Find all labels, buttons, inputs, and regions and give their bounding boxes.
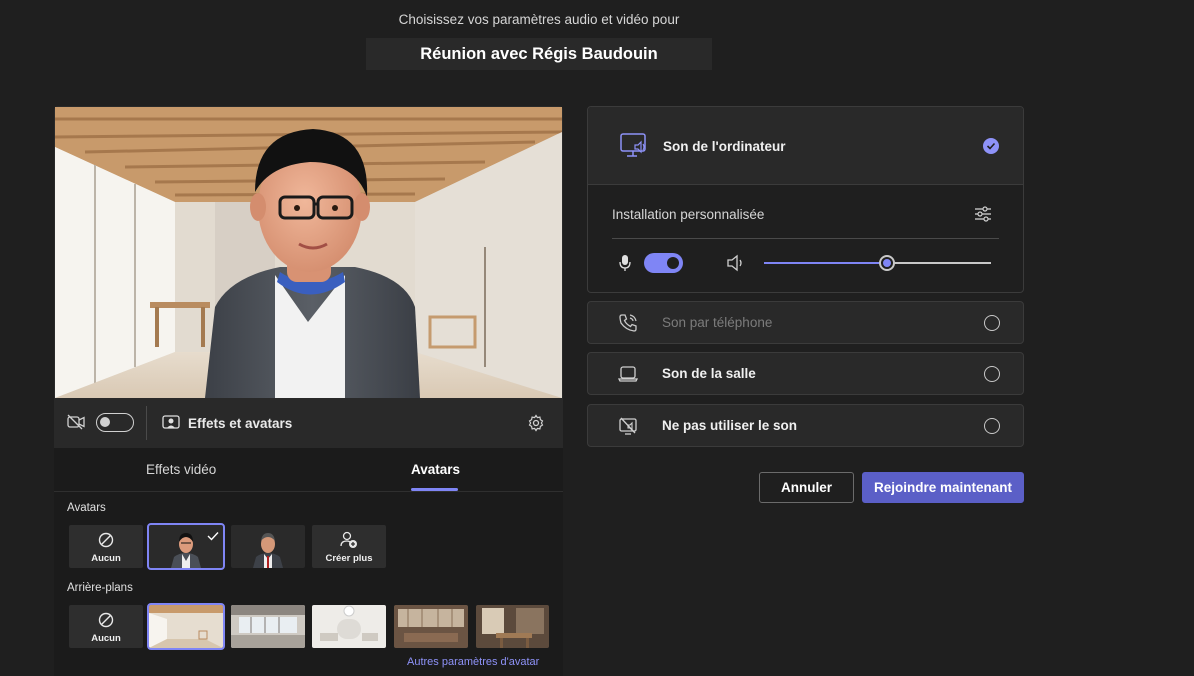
room-audio-option[interactable]: Son de la salle <box>587 352 1024 395</box>
computer-audio-label: Son de l'ordinateur <box>663 139 786 154</box>
no-audio-radio[interactable] <box>984 418 1000 434</box>
background-wood-lounge-tile[interactable] <box>394 605 468 648</box>
video-toolbar: Effets et avatars <box>54 398 563 448</box>
avatars-section-label: Avatars <box>67 502 106 514</box>
bg-dining-room-thumbnail <box>476 605 549 648</box>
active-tab-indicator <box>411 488 458 491</box>
video-panel: Effets et avatars Effets vidéo Avatars A… <box>54 106 563 676</box>
avatar-young-man-tile[interactable] <box>147 523 225 570</box>
volume-thumb[interactable] <box>878 255 895 271</box>
background-dining-room-tile[interactable] <box>476 605 549 648</box>
backgrounds-section-label: Arrière-plans <box>67 582 133 594</box>
bg-open-office-thumbnail <box>231 605 305 648</box>
more-avatar-settings-link[interactable]: Autres paramètres d'avatar <box>407 656 539 668</box>
background-loft-tile[interactable] <box>147 603 225 650</box>
microphone-toggle[interactable] <box>644 253 683 273</box>
background-none-label: Aucun <box>91 633 121 644</box>
background-white-lounge-tile[interactable] <box>312 605 386 648</box>
camera-off-icon <box>67 414 85 435</box>
avatar-preview-image <box>55 107 562 398</box>
phone-audio-label: Son par téléphone <box>662 315 773 330</box>
video-preview <box>55 107 562 398</box>
none-icon <box>98 612 114 633</box>
meeting-title: Réunion avec Régis Baudouin <box>366 38 712 70</box>
phone-audio-option[interactable]: Son par téléphone <box>587 301 1024 344</box>
speaker-volume-slider[interactable] <box>764 255 991 271</box>
checkmark-icon <box>207 528 219 546</box>
no-audio-label: Ne pas utiliser le son <box>662 418 798 433</box>
room-audio-radio[interactable] <box>984 366 1000 382</box>
bg-loft-thumbnail <box>149 605 223 648</box>
speaker-icon <box>726 254 746 277</box>
no-audio-option[interactable]: Ne pas utiliser le son <box>587 404 1024 447</box>
divider <box>612 238 999 239</box>
custom-setup-label: Installation personnalisée <box>612 207 765 222</box>
background-office-tile[interactable] <box>231 605 305 648</box>
gear-icon[interactable] <box>527 414 545 437</box>
room-audio-label: Son de la salle <box>662 366 756 381</box>
monitor-speaker-icon <box>620 133 648 164</box>
effects-and-avatars-button[interactable]: Effets et avatars <box>162 408 292 438</box>
effects-label: Effets et avatars <box>188 415 293 431</box>
avatar-older-man-tile[interactable] <box>231 525 305 568</box>
camera-toggle[interactable] <box>96 413 134 432</box>
bg-wood-lounge-thumbnail <box>394 605 468 648</box>
computer-audio-option: Son de l'ordinateur Installation personn… <box>587 106 1024 293</box>
background-none-tile[interactable]: Aucun <box>69 605 143 648</box>
tab-video-effects[interactable]: Effets vidéo <box>146 462 216 477</box>
divider <box>146 406 147 440</box>
subtitle: Choisissez vos paramètres audio et vidéo… <box>398 12 680 27</box>
phone-icon <box>618 313 638 338</box>
effects-tabs: Effets vidéo Avatars <box>54 448 563 492</box>
computer-audio-radio[interactable] <box>983 138 999 154</box>
join-now-button[interactable]: Rejoindre maintenant <box>862 472 1024 503</box>
sliders-icon[interactable] <box>974 206 992 227</box>
phone-audio-radio[interactable] <box>984 315 1000 331</box>
room-device-icon <box>617 364 639 389</box>
effects-panel: Effets vidéo Avatars Avatars Aucun Créer… <box>54 448 563 676</box>
avatar-older-man-thumbnail <box>253 533 283 568</box>
tab-avatars[interactable]: Avatars <box>411 462 460 477</box>
computer-audio-header[interactable]: Son de l'ordinateur <box>588 107 1023 185</box>
no-audio-icon <box>618 416 638 441</box>
none-icon <box>98 532 114 553</box>
bg-white-lounge-thumbnail <box>312 605 386 648</box>
effects-icon <box>162 414 180 433</box>
add-person-icon <box>340 531 358 554</box>
microphone-icon <box>619 254 631 277</box>
cancel-button[interactable]: Annuler <box>759 472 854 503</box>
create-more-label: Créer plus <box>325 553 373 564</box>
create-more-avatar-tile[interactable]: Créer plus <box>312 525 386 568</box>
avatar-none-tile[interactable]: Aucun <box>69 525 143 568</box>
avatar-none-label: Aucun <box>91 553 121 564</box>
volume-fill <box>764 262 887 264</box>
